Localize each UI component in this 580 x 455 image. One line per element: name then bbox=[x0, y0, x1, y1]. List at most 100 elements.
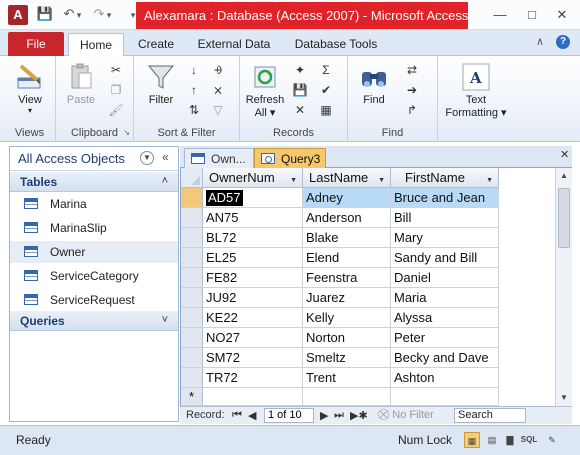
table-cell[interactable]: FE82 bbox=[203, 268, 303, 288]
view-button[interactable]: View ▾ bbox=[8, 62, 52, 115]
previous-record-icon[interactable]: ◀ bbox=[248, 409, 256, 422]
nav-item-servicerequest[interactable]: ServiceRequest bbox=[10, 289, 178, 311]
sort-descending-icon[interactable]: ↑ bbox=[186, 82, 202, 98]
toggle-filter-icon[interactable]: ▽ bbox=[210, 102, 226, 118]
sort-ascending-icon[interactable]: ↓ bbox=[186, 62, 202, 78]
nav-section-tables[interactable]: Tables ˄ bbox=[10, 172, 178, 192]
table-cell[interactable]: Anderson bbox=[303, 208, 391, 228]
table-cell[interactable] bbox=[203, 388, 303, 406]
table-cell[interactable]: AN75 bbox=[203, 208, 303, 228]
table-cell[interactable]: BL72 bbox=[203, 228, 303, 248]
column-header-ownernum[interactable]: OwnerNum ▼ bbox=[203, 168, 303, 188]
table-cell[interactable]: Peter bbox=[391, 328, 499, 348]
row-selector[interactable] bbox=[181, 308, 203, 328]
row-selector[interactable] bbox=[181, 228, 203, 248]
row-selector[interactable] bbox=[181, 208, 203, 228]
new-record-nav-icon[interactable]: ▶✱ bbox=[350, 409, 368, 422]
table-cell[interactable]: Juarez bbox=[303, 288, 391, 308]
remove-sort-icon[interactable]: ⇅ bbox=[186, 102, 202, 118]
undo-dropdown-icon[interactable]: ▾ bbox=[74, 10, 84, 21]
table-cell[interactable]: Elend bbox=[303, 248, 391, 268]
minimize-button[interactable]: — bbox=[486, 5, 514, 25]
shutter-bar-close-icon[interactable]: « bbox=[162, 150, 169, 164]
nav-item-marinaslip[interactable]: MarinaSlip bbox=[10, 217, 178, 239]
table-cell[interactable]: JU92 bbox=[203, 288, 303, 308]
help-icon[interactable]: ? bbox=[556, 35, 570, 49]
table-cell[interactable]: SM72 bbox=[203, 348, 303, 368]
table-cell[interactable]: Bruce and Jean bbox=[391, 188, 499, 208]
row-selector[interactable] bbox=[181, 188, 203, 208]
maximize-button[interactable]: □ bbox=[518, 5, 546, 25]
table-cell[interactable] bbox=[303, 388, 391, 406]
table-cell[interactable]: Mary bbox=[391, 228, 499, 248]
minimize-ribbon-icon[interactable]: ∧ bbox=[536, 35, 544, 48]
save-icon[interactable]: 💾 bbox=[36, 6, 54, 22]
new-record-marker[interactable]: * bbox=[181, 388, 203, 406]
no-filter-button[interactable]: ⛒ No Filter bbox=[378, 409, 434, 422]
sql-view-icon[interactable]: SQL bbox=[518, 432, 540, 448]
spelling-icon[interactable]: ✔ bbox=[318, 82, 334, 98]
refresh-all-button[interactable]: Refresh All ▾ bbox=[242, 62, 288, 119]
table-cell[interactable]: Feenstra bbox=[303, 268, 391, 288]
scroll-thumb[interactable] bbox=[558, 188, 570, 248]
totals-icon[interactable]: Σ bbox=[318, 62, 334, 78]
table-cell[interactable]: Alyssa bbox=[391, 308, 499, 328]
table-cell[interactable]: AD57 bbox=[203, 188, 303, 208]
text-formatting-button[interactable]: A Text Formatting ▾ bbox=[442, 62, 510, 119]
table-cell[interactable]: Daniel bbox=[391, 268, 499, 288]
nav-section-queries[interactable]: Queries ˅ bbox=[10, 311, 178, 331]
last-record-icon[interactable]: ⏭ bbox=[334, 409, 344, 422]
redo-dropdown-icon[interactable]: ▾ bbox=[104, 10, 114, 21]
paste-button[interactable]: Paste bbox=[62, 62, 100, 106]
scroll-down-icon[interactable]: ▼ bbox=[556, 390, 572, 406]
table-cell[interactable]: Bill bbox=[391, 208, 499, 228]
access-app-icon[interactable]: A bbox=[8, 5, 28, 25]
row-selector[interactable] bbox=[181, 288, 203, 308]
doc-tab-owner[interactable]: Own... bbox=[184, 148, 254, 168]
table-cell[interactable]: Smeltz bbox=[303, 348, 391, 368]
nav-pane-header[interactable]: All Access Objects ▼ « bbox=[10, 147, 178, 171]
row-selector[interactable] bbox=[181, 268, 203, 288]
table-cell[interactable]: Kelly bbox=[303, 308, 391, 328]
datasheet-view-icon[interactable]: ▦ bbox=[464, 432, 480, 448]
filter-button[interactable]: Filter bbox=[140, 62, 182, 106]
row-selector[interactable] bbox=[181, 348, 203, 368]
table-cell[interactable]: TR72 bbox=[203, 368, 303, 388]
table-cell[interactable]: Adney bbox=[303, 188, 391, 208]
cut-icon[interactable]: ✂ bbox=[108, 62, 124, 78]
delete-record-icon[interactable]: ✕ bbox=[292, 102, 308, 118]
pivot-chart-view-icon[interactable]: ▇ bbox=[502, 432, 518, 448]
tab-external-data[interactable]: External Data bbox=[192, 33, 276, 56]
new-record-icon[interactable]: ✦ bbox=[292, 62, 308, 78]
save-record-icon[interactable]: 💾 bbox=[292, 82, 308, 98]
table-cell[interactable]: Maria bbox=[391, 288, 499, 308]
table-cell[interactable]: Norton bbox=[303, 328, 391, 348]
table-cell[interactable] bbox=[391, 388, 499, 406]
design-view-icon[interactable]: ✎ bbox=[544, 432, 560, 448]
tab-home[interactable]: Home bbox=[68, 33, 124, 56]
scroll-up-icon[interactable]: ▲ bbox=[556, 168, 572, 184]
selection-filter-icon[interactable]: ⨮ bbox=[210, 62, 226, 78]
row-selector[interactable] bbox=[181, 248, 203, 268]
find-button[interactable]: Find bbox=[354, 62, 394, 106]
more-records-icon[interactable]: ▦ bbox=[318, 102, 334, 118]
format-painter-icon[interactable]: 🖌 bbox=[108, 102, 124, 118]
nav-item-owner[interactable]: Owner bbox=[10, 241, 178, 263]
select-icon[interactable]: ↱ bbox=[404, 102, 420, 118]
row-selector[interactable] bbox=[181, 368, 203, 388]
chevron-down-icon[interactable]: ▼ bbox=[140, 151, 154, 165]
doc-tab-query3[interactable]: Query3 bbox=[254, 148, 326, 168]
nav-item-servicecategory[interactable]: ServiceCategory bbox=[10, 265, 178, 287]
record-position-input[interactable]: 1 of 10 bbox=[264, 408, 314, 423]
column-header-lastname[interactable]: LastName ▼ bbox=[303, 168, 391, 188]
go-to-icon[interactable]: ➔ bbox=[404, 82, 420, 98]
first-record-icon[interactable]: ⏮ bbox=[232, 409, 242, 422]
table-cell[interactable]: Ashton bbox=[391, 368, 499, 388]
table-cell[interactable]: Trent bbox=[303, 368, 391, 388]
table-cell[interactable]: Sandy and Bill bbox=[391, 248, 499, 268]
table-cell[interactable]: Blake bbox=[303, 228, 391, 248]
tab-create[interactable]: Create bbox=[130, 33, 182, 56]
pivot-table-view-icon[interactable]: ▤ bbox=[484, 432, 500, 448]
tab-file[interactable]: File bbox=[8, 32, 64, 56]
search-input[interactable]: Search bbox=[454, 408, 526, 423]
